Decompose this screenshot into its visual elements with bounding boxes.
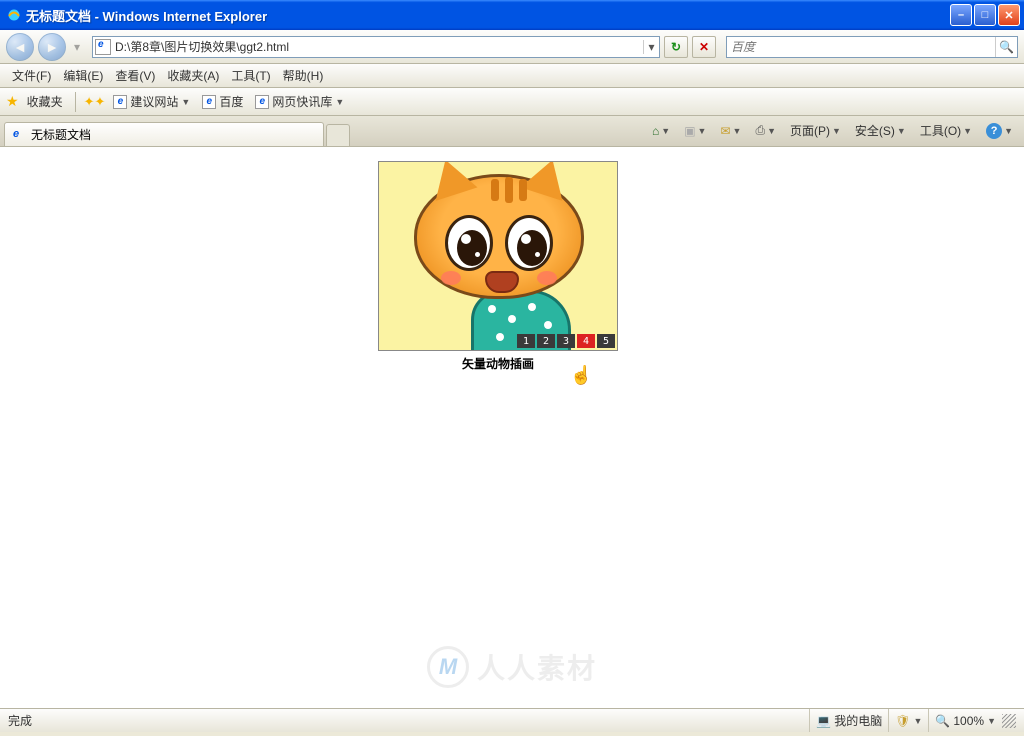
address-dropdown[interactable]: ▾ <box>643 40 659 54</box>
refresh-button[interactable]: ↻ <box>664 36 688 58</box>
pager-button-2[interactable]: 2 <box>537 334 555 348</box>
zoom-level[interactable]: 🔍100%▼ <box>928 709 1002 732</box>
window-title: 无标题文档 - Windows Internet Explorer <box>26 6 948 25</box>
forward-button[interactable]: ► <box>38 33 66 61</box>
pager-button-3[interactable]: 3 <box>557 334 575 348</box>
back-button[interactable]: ◄ <box>6 33 34 61</box>
chevron-down-icon: ▼ <box>1004 126 1013 136</box>
read-mail-button[interactable]: ✉▼ <box>717 122 744 140</box>
new-tab-button[interactable] <box>326 124 350 146</box>
chevron-down-icon: ▼ <box>832 126 841 136</box>
chevron-down-icon: ▼ <box>335 97 344 107</box>
browser-tab[interactable]: e 无标题文档 <box>4 122 324 146</box>
separator <box>75 92 76 112</box>
search-box[interactable]: 🔍 <box>726 36 1018 58</box>
home-button[interactable]: ⌂▼ <box>649 122 673 140</box>
print-icon: ⎙ <box>755 123 765 138</box>
navigation-bar: ◄ ► ▾ ▾ ↻ ✕ 🔍 <box>0 30 1024 64</box>
search-button[interactable]: 🔍 <box>995 37 1017 57</box>
home-icon: ⌂ <box>652 124 659 138</box>
cat-head <box>414 174 584 299</box>
ie-page-icon: e <box>13 128 27 142</box>
tools-menu[interactable]: 工具(O)▼ <box>917 120 975 141</box>
pager-button-4[interactable]: 4 <box>577 334 595 348</box>
zoom-icon: 🔍 <box>935 714 950 728</box>
chevron-down-icon: ▼ <box>767 126 776 136</box>
computer-icon: 💻 <box>816 714 831 728</box>
status-bar: 完成 💻我的电脑 🛡▼ 🔍100%▼ <box>0 708 1024 732</box>
chevron-down-icon: ▼ <box>987 716 996 726</box>
watermark: M 人人素材 <box>427 646 597 688</box>
pager-button-5[interactable]: 5 <box>597 334 615 348</box>
add-favorites-icon[interactable]: ✦✦ <box>84 94 106 110</box>
close-button[interactable]: ✕ <box>998 4 1020 26</box>
tab-title: 无标题文档 <box>31 126 91 143</box>
chevron-down-icon: ▼ <box>914 716 923 726</box>
status-zone[interactable]: 💻我的电脑 <box>809 709 888 732</box>
nav-history-dropdown[interactable]: ▾ <box>70 40 84 54</box>
favorites-bar: ★ 收藏夹 ✦✦ e建议网站▼ e百度 e网页快讯库▼ <box>0 88 1024 116</box>
feeds-button[interactable]: ▣▼ <box>681 122 709 140</box>
fav-baidu[interactable]: e百度 <box>198 91 247 112</box>
menu-edit[interactable]: 编辑(E) <box>57 65 109 86</box>
pager-button-1[interactable]: 1 <box>517 334 535 348</box>
minimize-button[interactable]: – <box>950 4 972 26</box>
page-icon: e <box>202 95 216 109</box>
mail-icon: ✉ <box>720 124 730 138</box>
menu-bar: 文件(F) 编辑(E) 查看(V) 收藏夹(A) 工具(T) 帮助(H) <box>0 64 1024 88</box>
chevron-down-icon: ▼ <box>733 126 742 136</box>
help-icon: ? <box>986 123 1002 139</box>
page-content: 12345 矢量动物插画 ☝ M 人人素材 <box>0 146 1024 708</box>
page-icon: e <box>113 95 127 109</box>
page-menu[interactable]: 页面(P)▼ <box>787 120 844 141</box>
menu-help[interactable]: 帮助(H) <box>277 65 330 86</box>
slideshow-image[interactable]: 12345 <box>378 161 618 351</box>
image-slideshow: 12345 矢量动物插画 <box>378 161 618 372</box>
rss-icon: ▣ <box>684 124 695 138</box>
print-button[interactable]: ⎙▼ <box>752 121 779 140</box>
search-input[interactable] <box>727 40 995 54</box>
chevron-down-icon: ▼ <box>698 126 707 136</box>
ie-logo-icon <box>6 7 22 23</box>
watermark-logo-icon: M <box>427 646 469 688</box>
window-titlebar: 无标题文档 - Windows Internet Explorer – □ ✕ <box>0 0 1024 30</box>
help-button[interactable]: ?▼ <box>983 121 1016 141</box>
tab-bar: e 无标题文档 ⌂▼ ▣▼ ✉▼ ⎙▼ 页面(P)▼ 安全(S)▼ 工具(O)▼… <box>0 116 1024 146</box>
page-icon: e <box>255 95 269 109</box>
status-text: 完成 <box>8 712 809 729</box>
menu-favorites[interactable]: 收藏夹(A) <box>161 65 225 86</box>
resize-grip[interactable] <box>1002 714 1016 728</box>
address-bar[interactable]: ▾ <box>92 36 660 58</box>
menu-file[interactable]: 文件(F) <box>6 65 57 86</box>
chevron-down-icon: ▼ <box>897 126 906 136</box>
safety-menu[interactable]: 安全(S)▼ <box>852 120 909 141</box>
protected-mode[interactable]: 🛡▼ <box>888 709 928 732</box>
shield-icon: 🛡 <box>895 714 910 728</box>
slideshow-caption: 矢量动物插画 <box>378 355 618 372</box>
address-input[interactable] <box>113 40 643 54</box>
favorites-star-icon: ★ <box>6 93 19 110</box>
menu-tools[interactable]: 工具(T) <box>225 65 276 86</box>
chevron-down-icon: ▼ <box>963 126 972 136</box>
watermark-text: 人人素材 <box>477 647 597 687</box>
fav-suggested-sites[interactable]: e建议网站▼ <box>109 91 194 112</box>
command-bar: ⌂▼ ▣▼ ✉▼ ⎙▼ 页面(P)▼ 安全(S)▼ 工具(O)▼ ?▼ <box>649 120 1016 141</box>
menu-view[interactable]: 查看(V) <box>109 65 161 86</box>
favorites-button[interactable]: 收藏夹 <box>23 91 67 112</box>
page-icon <box>95 39 111 55</box>
chevron-down-icon: ▼ <box>181 97 190 107</box>
chevron-down-icon: ▼ <box>661 126 670 136</box>
maximize-button[interactable]: □ <box>974 4 996 26</box>
slideshow-pager: 12345 <box>517 334 615 348</box>
fav-webslice[interactable]: e网页快讯库▼ <box>251 91 348 112</box>
stop-button[interactable]: ✕ <box>692 36 716 58</box>
